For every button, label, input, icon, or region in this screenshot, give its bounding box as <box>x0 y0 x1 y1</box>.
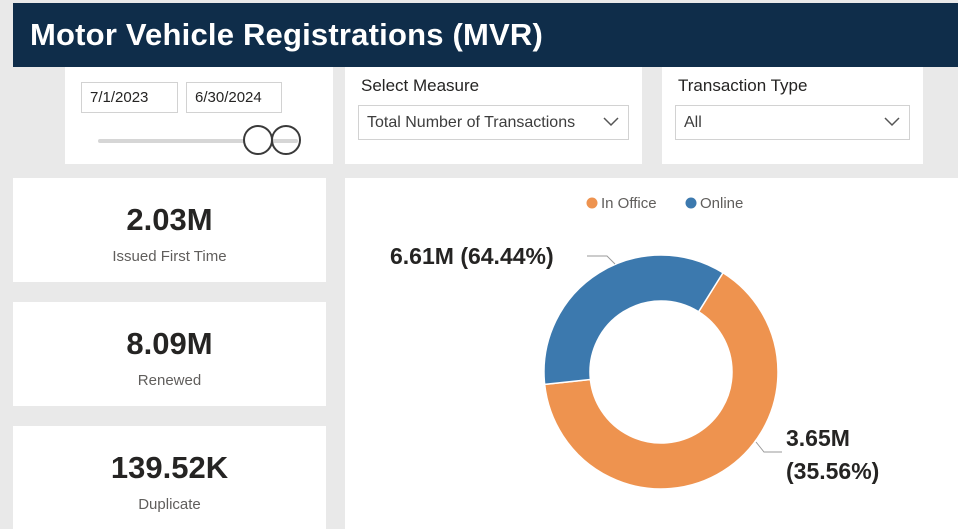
legend-marker <box>685 197 697 209</box>
leader-line <box>587 255 616 265</box>
start-date-slider-handle[interactable] <box>243 125 273 155</box>
donut-slice-online <box>543 254 725 386</box>
page-title: Motor Vehicle Registrations (MVR) <box>30 17 543 52</box>
start-date-input[interactable]: 7/1/2023 <box>81 82 178 113</box>
measure-slicer: Select Measure Total Number of Transacti… <box>345 67 642 164</box>
donut-chart-card: In Office Online 6.61M (64.44%) 3.65M (35.56… <box>345 178 958 529</box>
data-label-in-office: 6.61M (64.44%) <box>390 243 554 269</box>
transaction-type-dropdown[interactable]: All <box>675 105 910 140</box>
kpi-label: Duplicate <box>138 496 201 513</box>
transaction-type-label: Transaction Type <box>678 76 808 95</box>
chevron-down-icon <box>603 117 619 127</box>
dashboard-header: Motor Vehicle Registrations (MVR) <box>13 3 958 67</box>
kpi-value: 139.52K <box>110 450 229 485</box>
kpi-card-renewed: 8.09M Renewed <box>13 302 326 406</box>
measure-slicer-label: Select Measure <box>361 76 480 95</box>
data-label-online: 3.65M (35.56%) <box>786 425 879 484</box>
donut-chart: In Office Online 6.61M (64.44%) 3.65M (35.56… <box>390 195 879 490</box>
kpi-value: 2.03M <box>126 202 213 237</box>
measure-dropdown[interactable]: Total Number of Transactions <box>358 105 629 140</box>
measure-selected-value: Total Number of Transactions <box>367 113 576 131</box>
end-date-input[interactable]: 6/30/2024 <box>186 82 282 113</box>
chevron-down-icon <box>884 117 900 127</box>
kpi-label: Renewed <box>137 372 202 389</box>
legend-label: Online <box>700 195 743 212</box>
date-range-slicer: 7/1/2023 6/30/2024 <box>65 67 333 164</box>
kpi-card-duplicate: 139.52K Duplicate <box>13 426 326 529</box>
legend-label: In Office <box>601 195 657 212</box>
kpi-card-issued-first-time: 2.03M Issued First Time <box>13 178 326 282</box>
kpi-value: 8.09M <box>126 326 213 361</box>
transaction-type-slicer: Transaction Type All <box>662 67 923 164</box>
kpi-label: Issued First Time <box>112 248 227 265</box>
legend-marker <box>586 197 598 209</box>
transaction-type-selected-value: All <box>684 113 702 131</box>
leader-line <box>755 441 782 453</box>
end-date-slider-handle[interactable] <box>271 125 301 155</box>
